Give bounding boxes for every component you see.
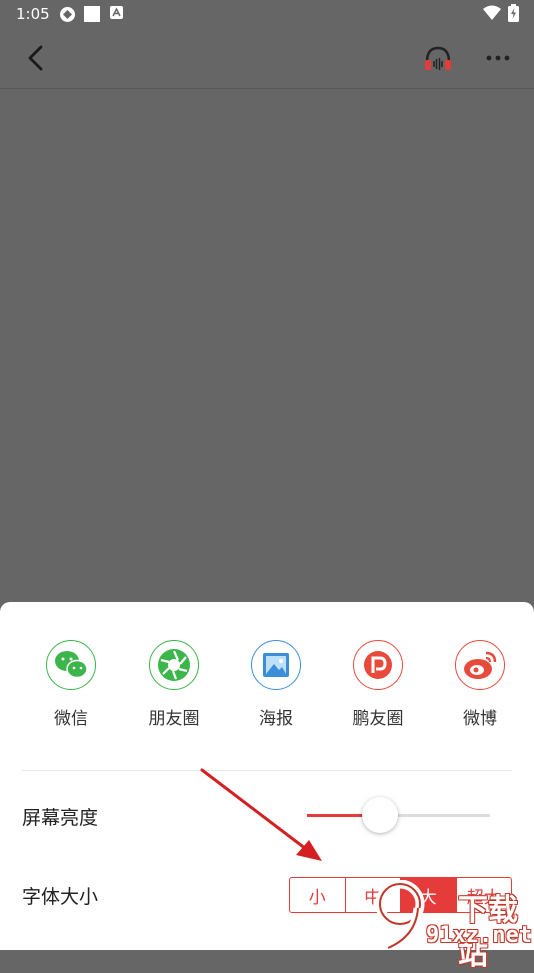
more-button[interactable]	[478, 38, 518, 78]
share-pengyouquan[interactable]: 鹏友圈	[333, 640, 423, 729]
status-time: 1:05	[16, 5, 50, 23]
watermark-bottom-text: 91xz.net	[426, 923, 532, 948]
more-icon	[486, 55, 510, 61]
watermark-logo-icon	[375, 880, 425, 950]
share-moments-circle	[149, 640, 199, 690]
watermark: 下载站 91xz.net	[370, 880, 534, 972]
share-moments[interactable]: 朋友圈	[129, 640, 219, 729]
weibo-icon	[464, 651, 497, 679]
font-size-small[interactable]: 小	[290, 878, 346, 912]
back-chevron-icon	[28, 45, 43, 71]
headphones-icon	[425, 46, 451, 70]
audio-button[interactable]	[418, 38, 458, 78]
top-nav-bar	[0, 28, 534, 89]
wifi-icon	[483, 5, 501, 20]
wechat-icon	[55, 651, 88, 679]
share-poster-circle	[251, 640, 301, 690]
sync-icon	[60, 7, 75, 22]
divider	[22, 770, 512, 771]
share-weibo-label: 微博	[463, 709, 497, 729]
share-wechat[interactable]: 微信	[26, 640, 116, 729]
back-button[interactable]	[16, 38, 56, 78]
battery-icon	[508, 4, 519, 22]
share-row: 微信 朋友圈 海报 鹏友圈 微博	[0, 640, 534, 735]
pengyouquan-icon	[364, 651, 392, 679]
brightness-label: 屏幕亮度	[22, 807, 99, 829]
share-wechat-label: 微信	[54, 709, 88, 729]
share-poster[interactable]: 海报	[231, 640, 321, 729]
share-poster-label: 海报	[259, 709, 293, 729]
a-icon	[110, 6, 123, 19]
brightness-thumb[interactable]	[362, 797, 398, 833]
share-weibo-circle	[455, 640, 505, 690]
share-pengyouquan-circle	[353, 640, 403, 690]
share-moments-label: 朋友圈	[148, 709, 200, 729]
share-wechat-circle	[46, 640, 96, 690]
status-bar: 1:05	[0, 0, 534, 28]
share-pengyouquan-label: 鹏友圈	[352, 709, 404, 729]
font-size-label: 字体大小	[22, 886, 99, 908]
poster-icon	[263, 653, 289, 677]
square-icon	[84, 6, 100, 22]
moments-icon	[158, 649, 190, 681]
share-weibo[interactable]: 微博	[435, 640, 525, 729]
